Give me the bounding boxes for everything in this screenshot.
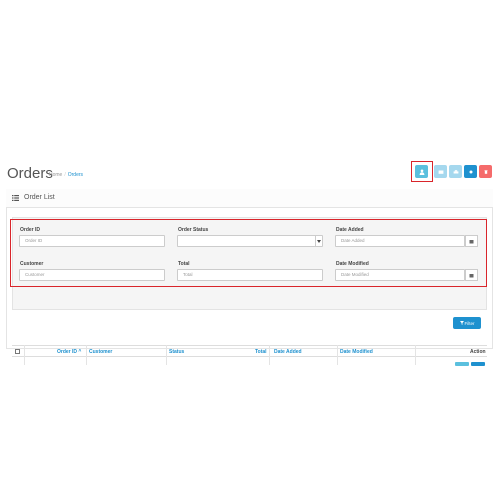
toolbar-highlight-box — [411, 161, 433, 182]
column-total[interactable]: Total — [255, 349, 267, 355]
list-icon — [12, 195, 19, 201]
sort-asc-icon: ^ — [78, 349, 82, 355]
column-action: Action — [470, 349, 486, 355]
delete-button[interactable] — [479, 165, 492, 178]
filter-highlight-box — [10, 219, 487, 287]
row-edit-button[interactable] — [471, 362, 485, 366]
plus-icon — [469, 170, 472, 173]
column-date-added[interactable]: Date Added — [274, 349, 302, 355]
filter-button-label: Filter — [464, 320, 475, 326]
panel-heading-title: Order List — [24, 194, 55, 201]
print-icon — [453, 169, 458, 173]
column-divider — [86, 345, 87, 365]
page-title: Orders — [7, 165, 53, 182]
email-button[interactable] — [434, 165, 447, 178]
column-divider — [337, 345, 338, 365]
select-all-checkbox[interactable] — [15, 349, 20, 354]
column-divider — [269, 345, 270, 365]
filter-button[interactable]: Filter — [453, 317, 481, 329]
row-view-button[interactable] — [455, 362, 469, 366]
panel-heading: Order List — [6, 189, 493, 208]
column-order-id-label: Order ID — [57, 349, 78, 355]
column-status[interactable]: Status — [169, 349, 184, 355]
filter-icon — [459, 321, 464, 325]
breadcrumb-home[interactable]: Home — [49, 172, 62, 178]
column-divider — [24, 345, 25, 365]
envelope-icon — [438, 170, 443, 174]
trash-icon — [484, 169, 487, 174]
column-order-id[interactable]: Order ID ^ — [57, 349, 81, 355]
breadcrumb-orders[interactable]: Orders — [68, 172, 83, 178]
breadcrumb-separator: / — [64, 172, 66, 178]
column-divider — [415, 345, 416, 365]
column-divider — [166, 345, 167, 365]
column-customer[interactable]: Customer — [89, 349, 112, 355]
column-date-modified[interactable]: Date Modified — [340, 349, 373, 355]
add-button[interactable] — [464, 165, 477, 178]
breadcrumb: Home / Orders — [49, 172, 83, 178]
print-button[interactable] — [449, 165, 462, 178]
